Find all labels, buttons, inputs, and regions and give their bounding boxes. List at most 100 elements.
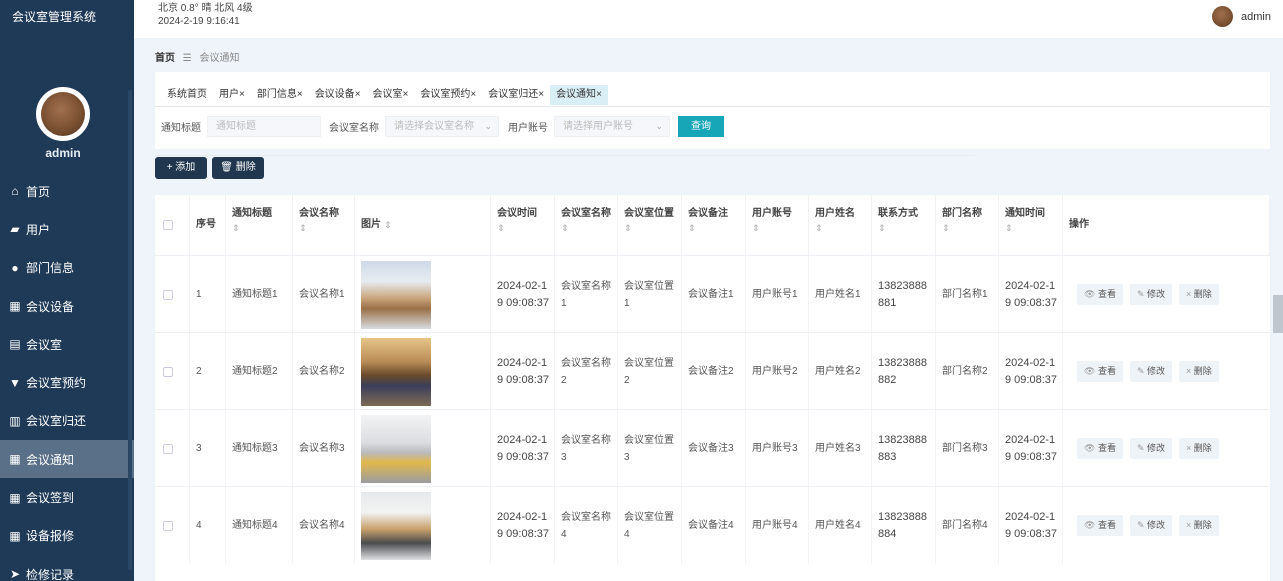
account-select[interactable]: 请选择用户账号 ⌄ <box>554 116 670 137</box>
sort-icon[interactable]: ⇕ <box>1005 221 1062 235</box>
row-checkbox-cell[interactable] <box>155 410 190 487</box>
row-checkbox-cell[interactable] <box>155 333 190 410</box>
sidebar-item[interactable]: ▦ 会议签到 <box>0 478 134 516</box>
breadcrumb-current: 会议通知 <box>199 53 240 64</box>
column-header[interactable]: 会议备注 ⇕ <box>682 195 746 255</box>
sidebar-item[interactable]: ▤ 会议室 <box>0 325 134 363</box>
add-button[interactable]: + 添加 <box>155 157 207 179</box>
row-checkbox[interactable] <box>163 289 173 300</box>
sort-icon[interactable]: ⇕ <box>497 221 554 235</box>
sort-icon[interactable]: ⇕ <box>299 221 354 235</box>
sidebar-item[interactable]: ⌂ 首页 <box>0 172 134 210</box>
close-icon[interactable]: × <box>239 89 245 100</box>
column-header[interactable]: 通知时间 ⇕ <box>999 195 1063 255</box>
column-header-label: 用户姓名 <box>815 208 855 219</box>
page-scrollbar[interactable] <box>1273 295 1283 333</box>
view-button[interactable]: 👁 查看 <box>1077 361 1123 382</box>
view-button[interactable]: 👁 查看 <box>1077 515 1123 536</box>
row-checkbox-cell[interactable] <box>155 487 190 564</box>
sort-icon[interactable]: ⇕ <box>688 221 745 235</box>
sidebar-item[interactable]: ▰ 用户 <box>0 210 134 248</box>
row-checkbox[interactable] <box>163 520 173 531</box>
edit-button[interactable]: ✎ 修改 <box>1129 515 1173 536</box>
row-checkbox-cell[interactable] <box>155 256 190 333</box>
column-header[interactable]: 通知标题 ⇕ <box>226 195 293 255</box>
edit-button[interactable]: ✎ 修改 <box>1129 361 1173 382</box>
column-header[interactable]: 操作 <box>1063 195 1270 255</box>
breadcrumb-home[interactable]: 首页 <box>155 53 175 64</box>
avatar <box>1212 6 1234 27</box>
sort-icon[interactable]: ⇕ <box>942 221 998 235</box>
column-header[interactable]: 会议时间 ⇕ <box>491 195 555 255</box>
tab[interactable]: 会议室预约× <box>414 85 482 105</box>
query-button[interactable]: 查询 <box>678 116 724 137</box>
sort-icon[interactable]: ⇕ <box>815 221 871 235</box>
table-cell <box>355 410 491 487</box>
tab[interactable]: 会议设备× <box>309 85 367 105</box>
row-checkbox[interactable] <box>163 443 173 454</box>
user-menu[interactable]: admin <box>1212 6 1271 27</box>
cell-text: 881 <box>878 296 897 309</box>
column-header[interactable]: 会议室名称 ⇕ <box>555 195 618 255</box>
cell-text: 1 <box>624 297 630 309</box>
column-header[interactable]: 会议名称 ⇕ <box>293 195 355 255</box>
column-header-label: 序号 <box>196 219 216 230</box>
tab[interactable]: 系统首页 <box>161 85 213 105</box>
tab[interactable]: 部门信息× <box>251 85 309 105</box>
close-icon[interactable]: × <box>538 89 544 100</box>
table-cell: 13823888 882 <box>872 333 936 410</box>
tab[interactable]: 会议室归还× <box>482 85 550 105</box>
column-header[interactable]: 会议室位置 ⇕ <box>618 195 682 255</box>
sidebar-item[interactable]: ▦ 会议通知 <box>0 440 134 479</box>
column-header[interactable]: 用户姓名 ⇕ <box>809 195 872 255</box>
tab[interactable]: 会议室× <box>367 85 415 105</box>
tab[interactable]: 会议通知× <box>550 85 608 105</box>
column-header[interactable]: 图片 ⇕ <box>355 195 491 255</box>
column-header[interactable]: 用户账号 ⇕ <box>746 195 809 255</box>
table-cell: 会议室名称 2 <box>555 333 618 410</box>
room-select[interactable]: 请选择会议室名称 ⌄ <box>385 116 499 137</box>
sort-icon[interactable]: ⇕ <box>384 218 392 232</box>
row-checkbox[interactable] <box>163 366 173 377</box>
close-icon[interactable]: × <box>403 89 409 100</box>
button-label: 查看 <box>1097 289 1116 299</box>
delete-row-button[interactable]: × 删除 <box>1179 438 1219 459</box>
delete-row-button[interactable]: × 删除 <box>1179 515 1219 536</box>
close-icon[interactable]: × <box>596 89 602 100</box>
sort-icon[interactable]: ⇕ <box>878 221 935 235</box>
header-checkbox-cell[interactable] <box>155 195 190 255</box>
sort-icon[interactable]: ⇕ <box>561 221 617 235</box>
close-icon[interactable]: × <box>470 89 476 100</box>
sidebar-item[interactable]: ● 部门信息 <box>0 249 134 287</box>
delete-row-button[interactable]: × 删除 <box>1179 284 1219 305</box>
sidebar-item[interactable]: ▼ 会议室预约 <box>0 363 134 401</box>
title-search-input[interactable]: 通知标题 <box>207 116 321 137</box>
column-header[interactable]: 联系方式 ⇕ <box>872 195 936 255</box>
edit-button[interactable]: ✎ 修改 <box>1129 284 1173 305</box>
view-button[interactable]: 👁 查看 <box>1077 284 1123 305</box>
button-label: 查看 <box>1097 443 1116 453</box>
sidebar-item[interactable]: ▦ 设备报修 <box>0 517 134 555</box>
sort-icon[interactable]: ⇕ <box>624 221 681 235</box>
cell-text: 2024-02-1 <box>1005 510 1056 523</box>
delete-button[interactable]: 🗑 删除 <box>212 157 264 179</box>
sort-icon[interactable]: ⇕ <box>232 221 292 235</box>
column-header[interactable]: 序号 <box>190 195 226 255</box>
close-icon[interactable]: × <box>297 89 303 100</box>
cell-text: 13823888 <box>878 510 927 523</box>
edit-button[interactable]: ✎ 修改 <box>1129 438 1173 459</box>
tab[interactable]: 用户× <box>213 85 251 105</box>
sidebar-item[interactable]: ➤ 检修记录 <box>0 555 134 581</box>
sidebar-scrollbar[interactable] <box>128 90 132 570</box>
delete-row-button[interactable]: × 删除 <box>1179 361 1219 382</box>
sidebar-item[interactable]: ▥ 会议室归还 <box>0 402 134 440</box>
close-icon[interactable]: × <box>355 89 361 100</box>
button-label: 修改 <box>1147 289 1166 299</box>
sidebar-item[interactable]: ▦ 会议设备 <box>0 287 134 325</box>
view-button[interactable]: 👁 查看 <box>1077 438 1123 459</box>
header-checkbox[interactable] <box>163 220 173 230</box>
top-bar: 北京 0.8° 晴 北风 4级 2024-2-19 9:16:41 admin <box>134 0 1283 38</box>
table-cell: 13823888 884 <box>872 487 936 564</box>
column-header[interactable]: 部门名称 ⇕ <box>936 195 999 255</box>
sort-icon[interactable]: ⇕ <box>752 221 808 235</box>
